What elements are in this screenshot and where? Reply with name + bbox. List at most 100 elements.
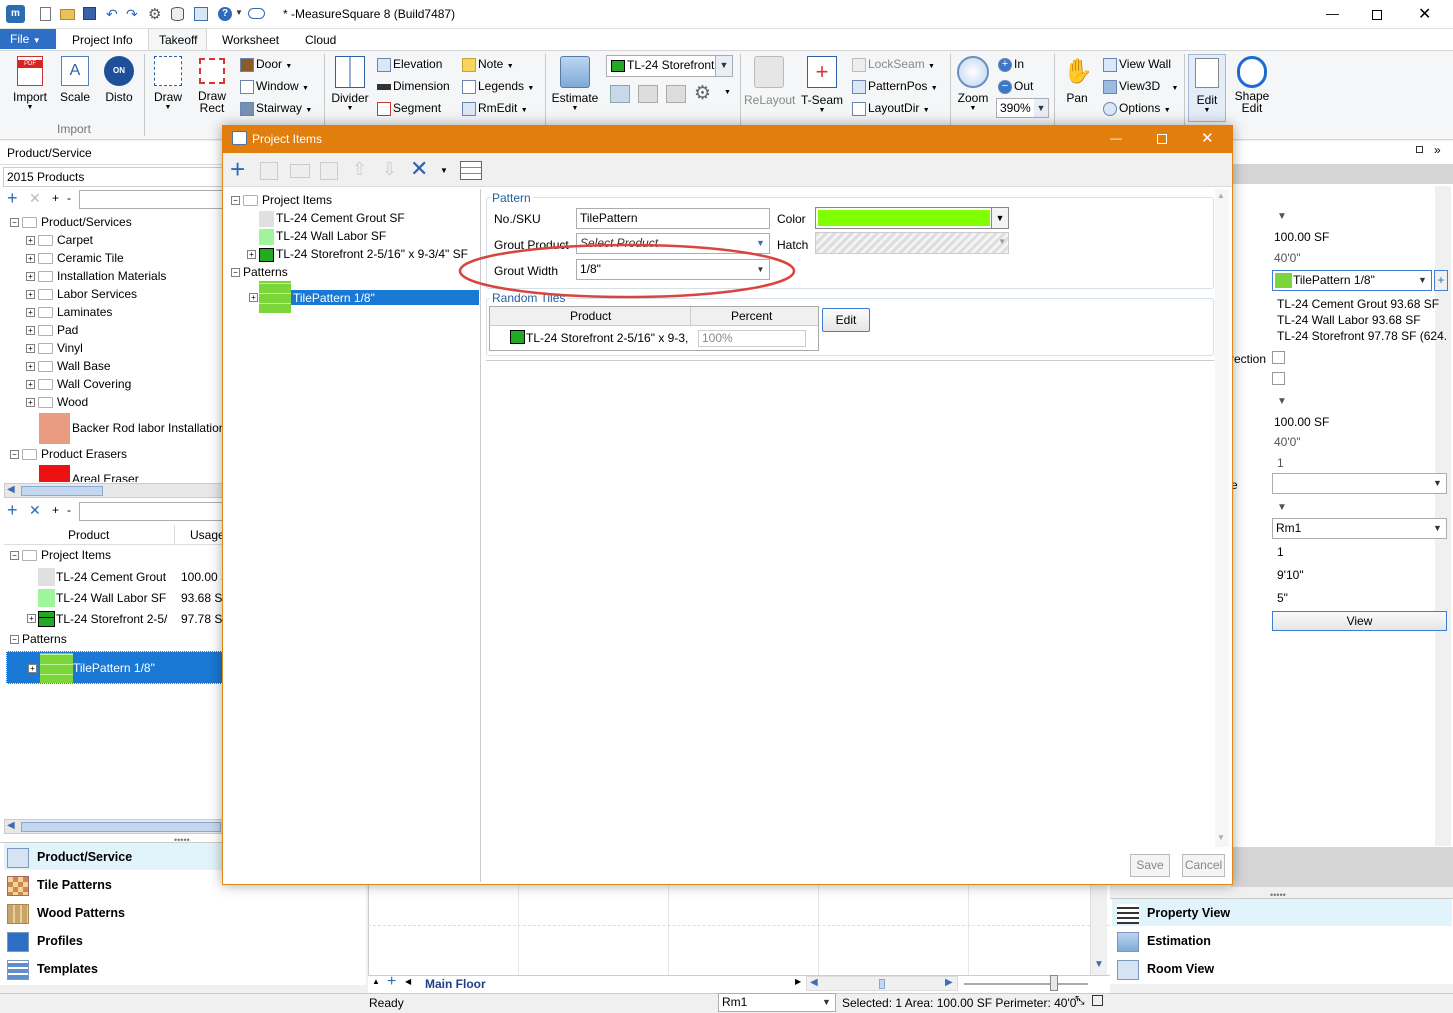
dialog-tree-project-items[interactable]: − Project Items: [231, 191, 332, 209]
tab-worksheet[interactable]: Worksheet: [222, 33, 279, 47]
random-col-percent[interactable]: Percent: [731, 309, 772, 323]
random-col-product[interactable]: Product: [570, 309, 611, 323]
tree-item[interactable]: + Installation Materials: [26, 267, 166, 285]
tree-item[interactable]: + Pad: [26, 321, 78, 339]
delete-icon[interactable]: ✕: [29, 190, 41, 207]
scroll-thumb[interactable]: [21, 486, 103, 496]
estimate-button[interactable]: Estimate ▼: [551, 56, 599, 112]
collapse-box-icon[interactable]: −: [231, 196, 240, 206]
door-button[interactable]: Door ▼: [240, 54, 292, 74]
expand-box-icon[interactable]: +: [249, 293, 258, 302]
open-icon[interactable]: [60, 9, 75, 20]
tree-search-input[interactable]: [79, 190, 225, 209]
grid-root-patterns[interactable]: − Patterns: [10, 630, 67, 648]
scroll-left-icon[interactable]: ◀: [810, 977, 818, 988]
stack-layout-icon[interactable]: [638, 85, 658, 103]
maximize-button[interactable]: [1372, 10, 1382, 20]
patternpos-button[interactable]: PatternPos ▼: [852, 76, 938, 96]
add-item-icon[interactable]: +: [230, 154, 245, 184]
random-grid-row[interactable]: TL-24 Storefront 2-5/16" x 9-3, 100%: [490, 328, 818, 349]
sku-input[interactable]: TilePattern: [576, 208, 770, 229]
panel-restore-icon[interactable]: [1416, 146, 1423, 153]
status-box-icon[interactable]: [1092, 995, 1103, 1006]
nav-tile-patterns[interactable]: Tile Patterns: [7, 871, 112, 899]
collapse-box-icon[interactable]: −: [10, 218, 19, 228]
nav-templates[interactable]: Templates: [7, 955, 98, 983]
zoom-button[interactable]: Zoom ▼: [954, 56, 992, 112]
collapse-box-icon[interactable]: −: [231, 268, 240, 278]
direction-checkbox[interactable]: [1272, 351, 1285, 364]
tree-item-areal-eraser[interactable]: Areal Eraser: [39, 465, 224, 482]
help-icon[interactable]: ?: [218, 7, 232, 21]
expand-icon[interactable]: +: [52, 191, 59, 205]
nav-profiles[interactable]: Profiles: [7, 927, 83, 955]
drawing-canvas[interactable]: [368, 883, 1110, 975]
collapse-box-icon[interactable]: −: [10, 551, 19, 561]
cloud-icon[interactable]: [248, 8, 265, 19]
nav-product-service[interactable]: Product/Service: [7, 843, 132, 871]
tab-main-floor[interactable]: Main Floor: [425, 977, 486, 991]
empty-select[interactable]: ▼: [1272, 473, 1447, 494]
tab-scroll-right-icon[interactable]: ▶: [795, 977, 801, 986]
scroll-thumb[interactable]: [21, 822, 221, 832]
add-icon[interactable]: +: [7, 188, 18, 209]
draw-button[interactable]: Draw ▼: [150, 56, 186, 111]
grid-view-icon[interactable]: [460, 161, 482, 180]
cancel-button[interactable]: Cancel: [1182, 854, 1225, 877]
nav-wood-patterns[interactable]: Wood Patterns: [7, 899, 125, 927]
tree-item[interactable]: + Laminates: [26, 303, 112, 321]
lockseam-button[interactable]: LockSeam ▼: [852, 54, 935, 74]
expand-box-icon[interactable]: +: [247, 250, 256, 260]
catalog-select[interactable]: 2015 Products: [3, 167, 226, 187]
tseam-button[interactable]: + T-Seam ▼: [800, 56, 844, 114]
view-wall-button[interactable]: View Wall: [1103, 54, 1171, 74]
room-select[interactable]: Rm1 ▼: [1272, 518, 1447, 539]
scale-button[interactable]: A Scale: [58, 56, 92, 104]
canvas-vscrollbar[interactable]: ▼: [1090, 883, 1107, 975]
elevation-button[interactable]: Elevation: [377, 54, 442, 74]
scroll-thumb[interactable]: [879, 979, 885, 989]
tree-item[interactable]: + Wall Base: [26, 357, 111, 375]
tree-hscrollbar[interactable]: ◀: [4, 483, 224, 498]
segment-button[interactable]: Segment: [377, 98, 441, 118]
view3d-button[interactable]: View3D ▼: [1103, 76, 1178, 96]
move-up-icon[interactable]: ⇧: [352, 159, 367, 180]
grid-row[interactable]: + TL-24 Storefront 2-5/ 97.78 SF: [4, 609, 226, 630]
redo-icon[interactable]: ↷: [126, 6, 138, 23]
tab-takeoff[interactable]: Takeoff: [159, 33, 197, 47]
dimension-button[interactable]: Dimension: [377, 76, 450, 96]
delete-item-icon[interactable]: ✕: [410, 156, 428, 182]
add-pattern-button[interactable]: +: [1434, 270, 1448, 291]
pattern-select[interactable]: TilePattern 1/8" ▼: [1272, 270, 1432, 291]
expand-box-icon[interactable]: +: [26, 326, 35, 336]
section-collapse-icon[interactable]: ▼: [1277, 502, 1287, 513]
tree-item-backer-rod[interactable]: Backer Rod labor Installation: [39, 412, 225, 445]
expand-box-icon[interactable]: +: [26, 344, 35, 354]
dialog-vscrollbar[interactable]: ▲ ▼: [1215, 189, 1229, 847]
collapse-icon[interactable]: -: [67, 503, 71, 517]
scroll-up-icon[interactable]: ▲: [1217, 191, 1225, 200]
section-collapse-icon[interactable]: ▼: [1277, 211, 1287, 222]
expand-box-icon[interactable]: +: [26, 254, 35, 264]
add-floor-icon[interactable]: +: [387, 973, 396, 991]
nav-property-view[interactable]: Property View: [1117, 899, 1230, 927]
zoom-in-button[interactable]: + In: [998, 54, 1024, 74]
expand-box-icon[interactable]: +: [28, 664, 37, 673]
expand-box-icon[interactable]: +: [26, 236, 35, 246]
new-icon[interactable]: [40, 7, 51, 21]
dropdown-arrow-icon[interactable]: ▼: [235, 8, 243, 17]
collapse-box-icon[interactable]: −: [10, 635, 19, 645]
nav-room-view[interactable]: Room View: [1117, 955, 1214, 983]
grid-row[interactable]: TL-24 Wall Labor SF 93.68 SF: [4, 588, 226, 609]
edit-button[interactable]: Edit ▼: [1188, 54, 1226, 122]
tree-root-product-services[interactable]: − Product/Services: [10, 213, 132, 231]
note-button[interactable]: Note ▼: [462, 54, 514, 74]
expand-box-icon[interactable]: +: [26, 290, 35, 300]
window-button[interactable]: Window ▼: [240, 76, 309, 96]
undo-icon[interactable]: ↶: [106, 6, 118, 23]
save-icon[interactable]: [83, 7, 96, 20]
expand-box-icon[interactable]: +: [26, 308, 35, 318]
rmedit-button[interactable]: RmEdit ▼: [462, 98, 528, 118]
save-button[interactable]: Save: [1130, 854, 1170, 877]
scroll-down-icon[interactable]: ▼: [1094, 959, 1104, 970]
